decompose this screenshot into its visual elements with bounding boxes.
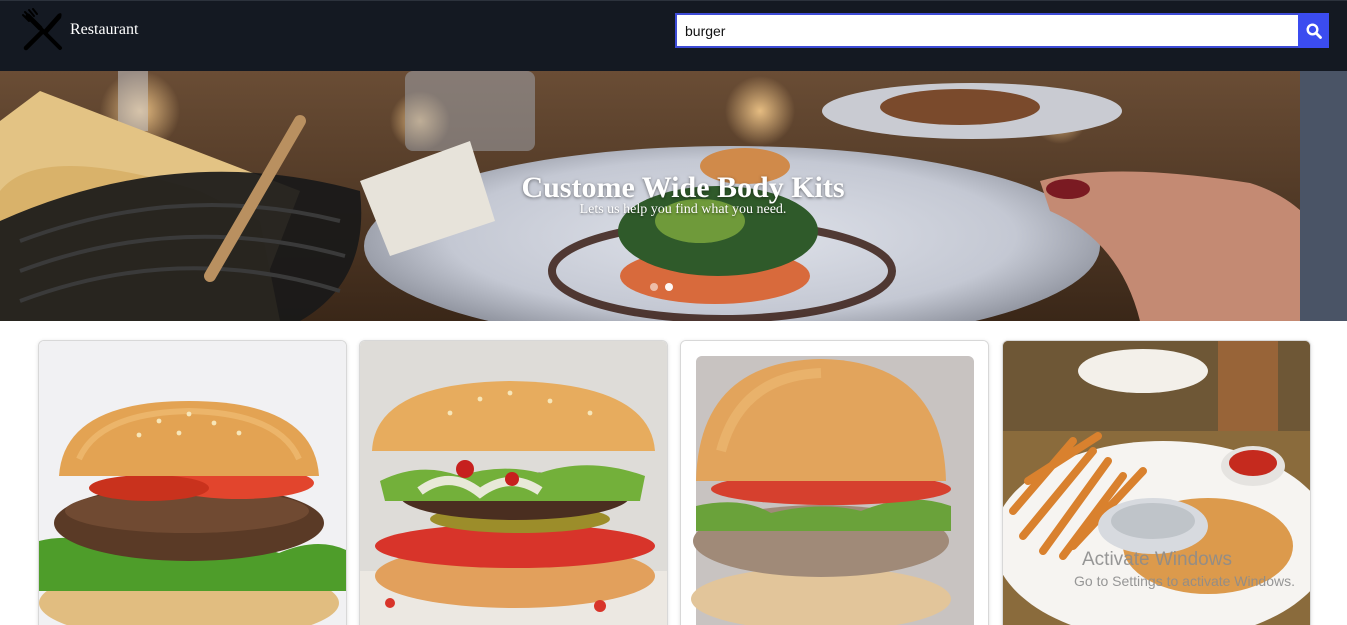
burger-with-pickles-photo (360, 341, 667, 625)
search-input[interactable] (675, 13, 1298, 48)
carousel-indicator[interactable] (650, 283, 658, 291)
brand-link[interactable]: Restaurant (20, 8, 138, 52)
food-card[interactable] (1002, 340, 1311, 625)
hero-subtitle: Lets us help you find what you need. (579, 202, 787, 217)
food-card[interactable] (38, 340, 347, 625)
burger-white-background-photo (39, 341, 346, 625)
carousel-indicator-active[interactable] (665, 283, 673, 291)
food-card[interactable] (680, 340, 989, 625)
burger-and-fries-plate-photo (1003, 341, 1310, 625)
classic-burger-photo (681, 341, 988, 625)
brand-name: Restaurant (70, 21, 139, 38)
food-card[interactable] (359, 340, 668, 625)
hero-caption: Custome Wide Body Kits Lets us help you … (0, 171, 1347, 218)
carousel-indicators (650, 283, 673, 291)
search-button[interactable] (1298, 13, 1329, 48)
navbar: Restaurant (0, 0, 1347, 71)
fork-knife-icon (22, 8, 62, 51)
hero-carousel: Custome Wide Body Kits Lets us help you … (0, 71, 1347, 321)
search-icon (1305, 22, 1322, 39)
search-form (675, 13, 1329, 48)
hero-title: Custome Wide Body Kits (521, 171, 845, 204)
